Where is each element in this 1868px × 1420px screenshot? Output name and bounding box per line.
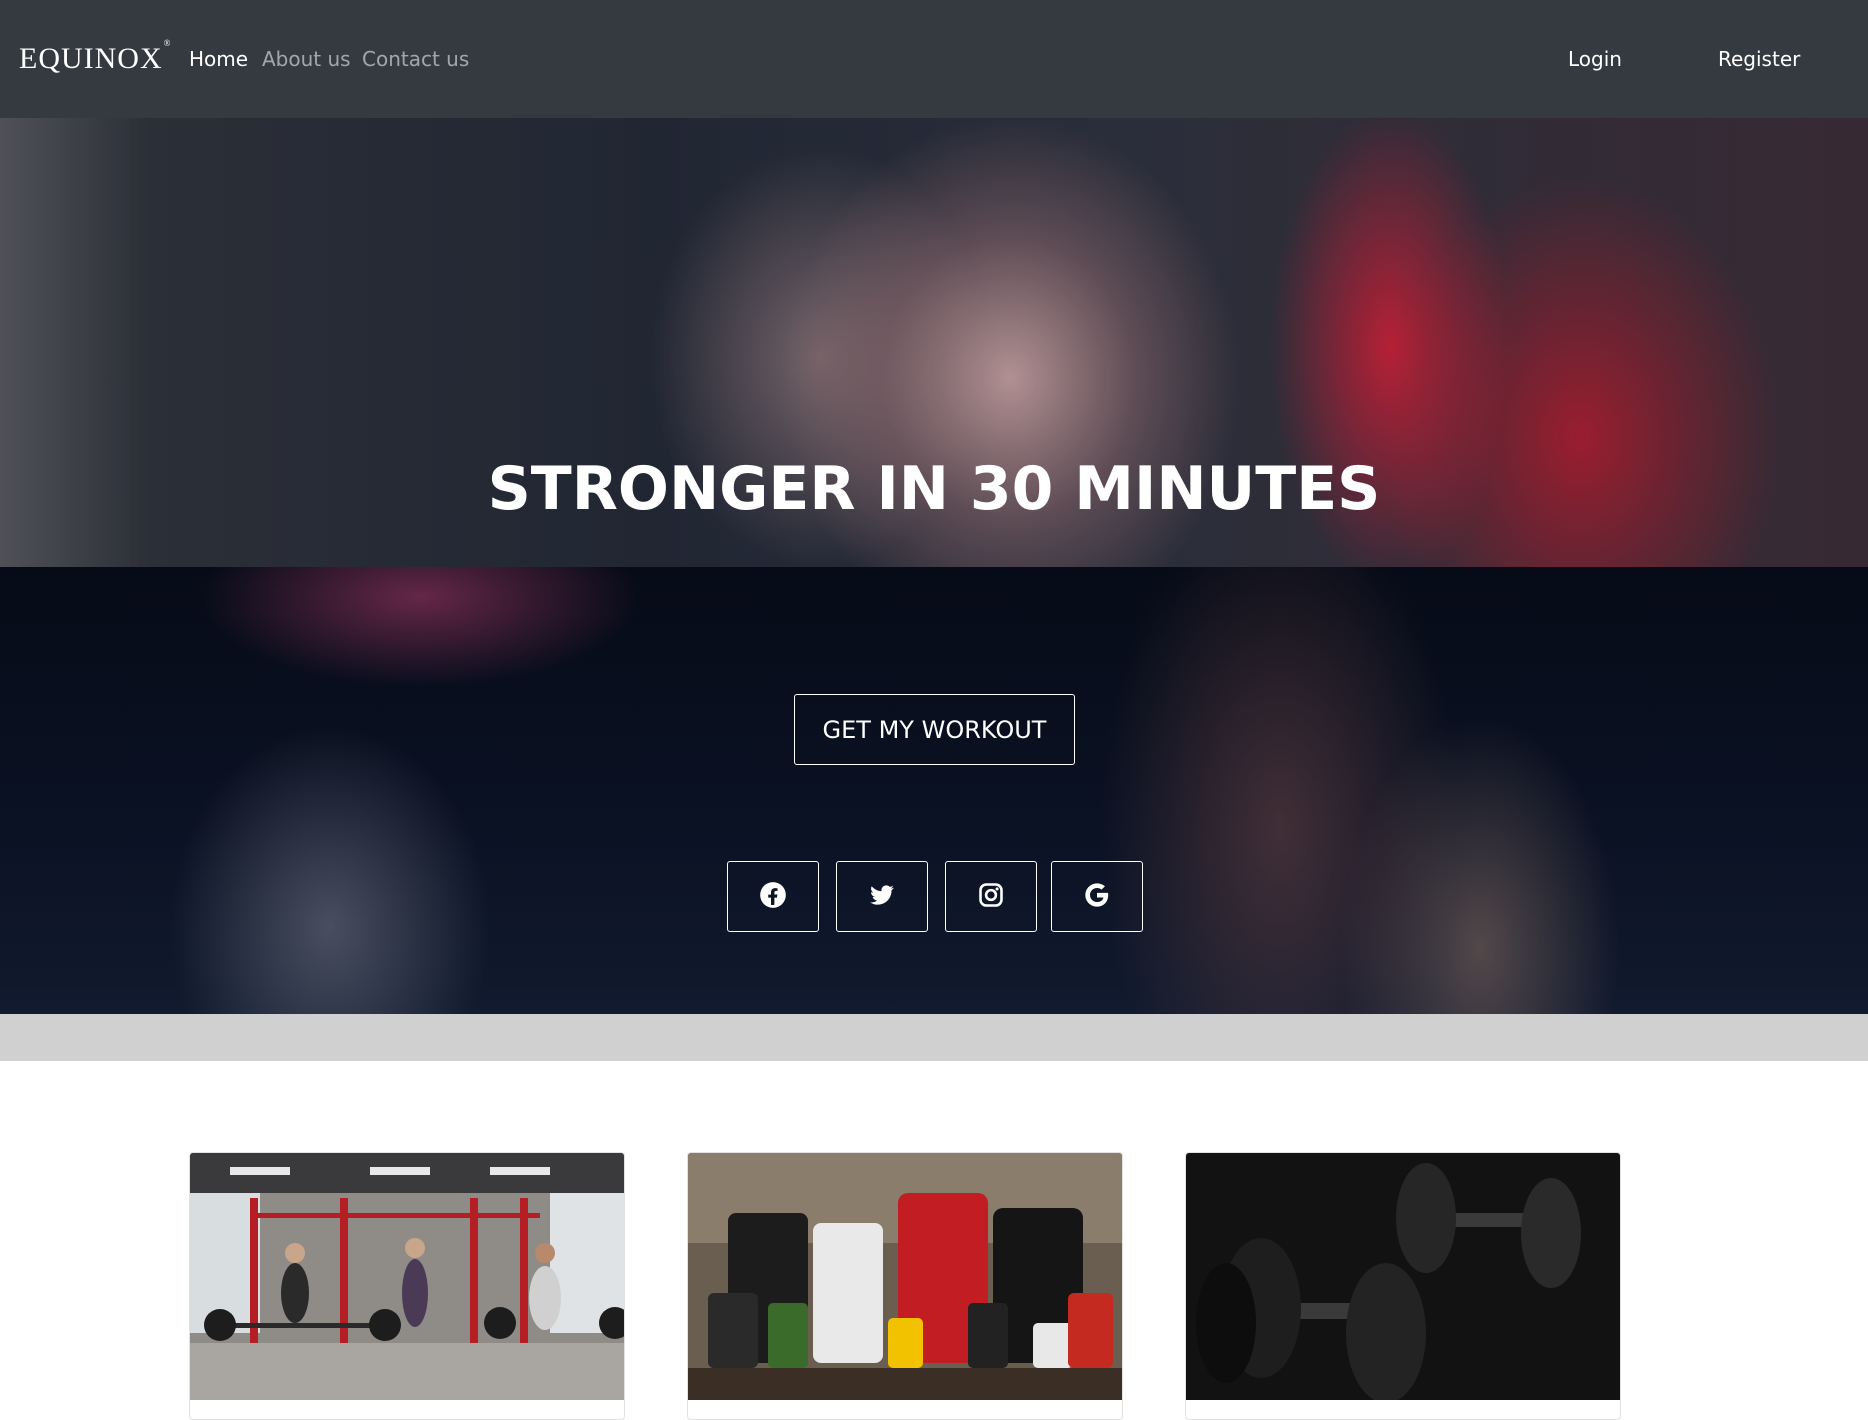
gym-class-photo	[190, 1153, 624, 1400]
card-supplements[interactable]	[687, 1152, 1123, 1420]
section-divider	[0, 1014, 1868, 1061]
card-gym-class[interactable]	[189, 1152, 625, 1420]
card-dumbbells[interactable]	[1185, 1152, 1621, 1420]
google-icon	[1083, 881, 1111, 913]
brand-name: EQUINOX	[19, 42, 163, 75]
nav-link-about[interactable]: About us	[262, 47, 351, 71]
twitter-button[interactable]	[836, 861, 928, 932]
brand-mark: ®	[163, 38, 172, 48]
get-workout-button[interactable]: GET MY WORKOUT	[794, 694, 1075, 765]
brand-logo[interactable]: EQUINOX®	[19, 38, 171, 76]
register-link[interactable]: Register	[1718, 47, 1800, 71]
nav-link-contact[interactable]: Contact us	[362, 47, 469, 71]
twitter-icon	[868, 881, 896, 913]
hero-section: STRONGER IN 30 MINUTES GET MY WORKOUT	[0, 118, 1868, 1014]
google-button[interactable]	[1051, 861, 1143, 932]
facebook-button[interactable]	[727, 861, 819, 932]
dumbbells-photo	[1186, 1153, 1620, 1400]
supplements-photo	[688, 1153, 1122, 1400]
hero-title: STRONGER IN 30 MINUTES	[487, 454, 1381, 524]
login-link[interactable]: Login	[1568, 47, 1622, 71]
navbar: EQUINOX® Home About us Contact us Login …	[0, 0, 1868, 118]
instagram-button[interactable]	[945, 861, 1037, 932]
facebook-icon	[759, 881, 787, 913]
instagram-icon	[977, 881, 1005, 913]
hero-background-video-bottom	[0, 567, 1868, 1014]
nav-link-home[interactable]: Home	[189, 47, 248, 71]
